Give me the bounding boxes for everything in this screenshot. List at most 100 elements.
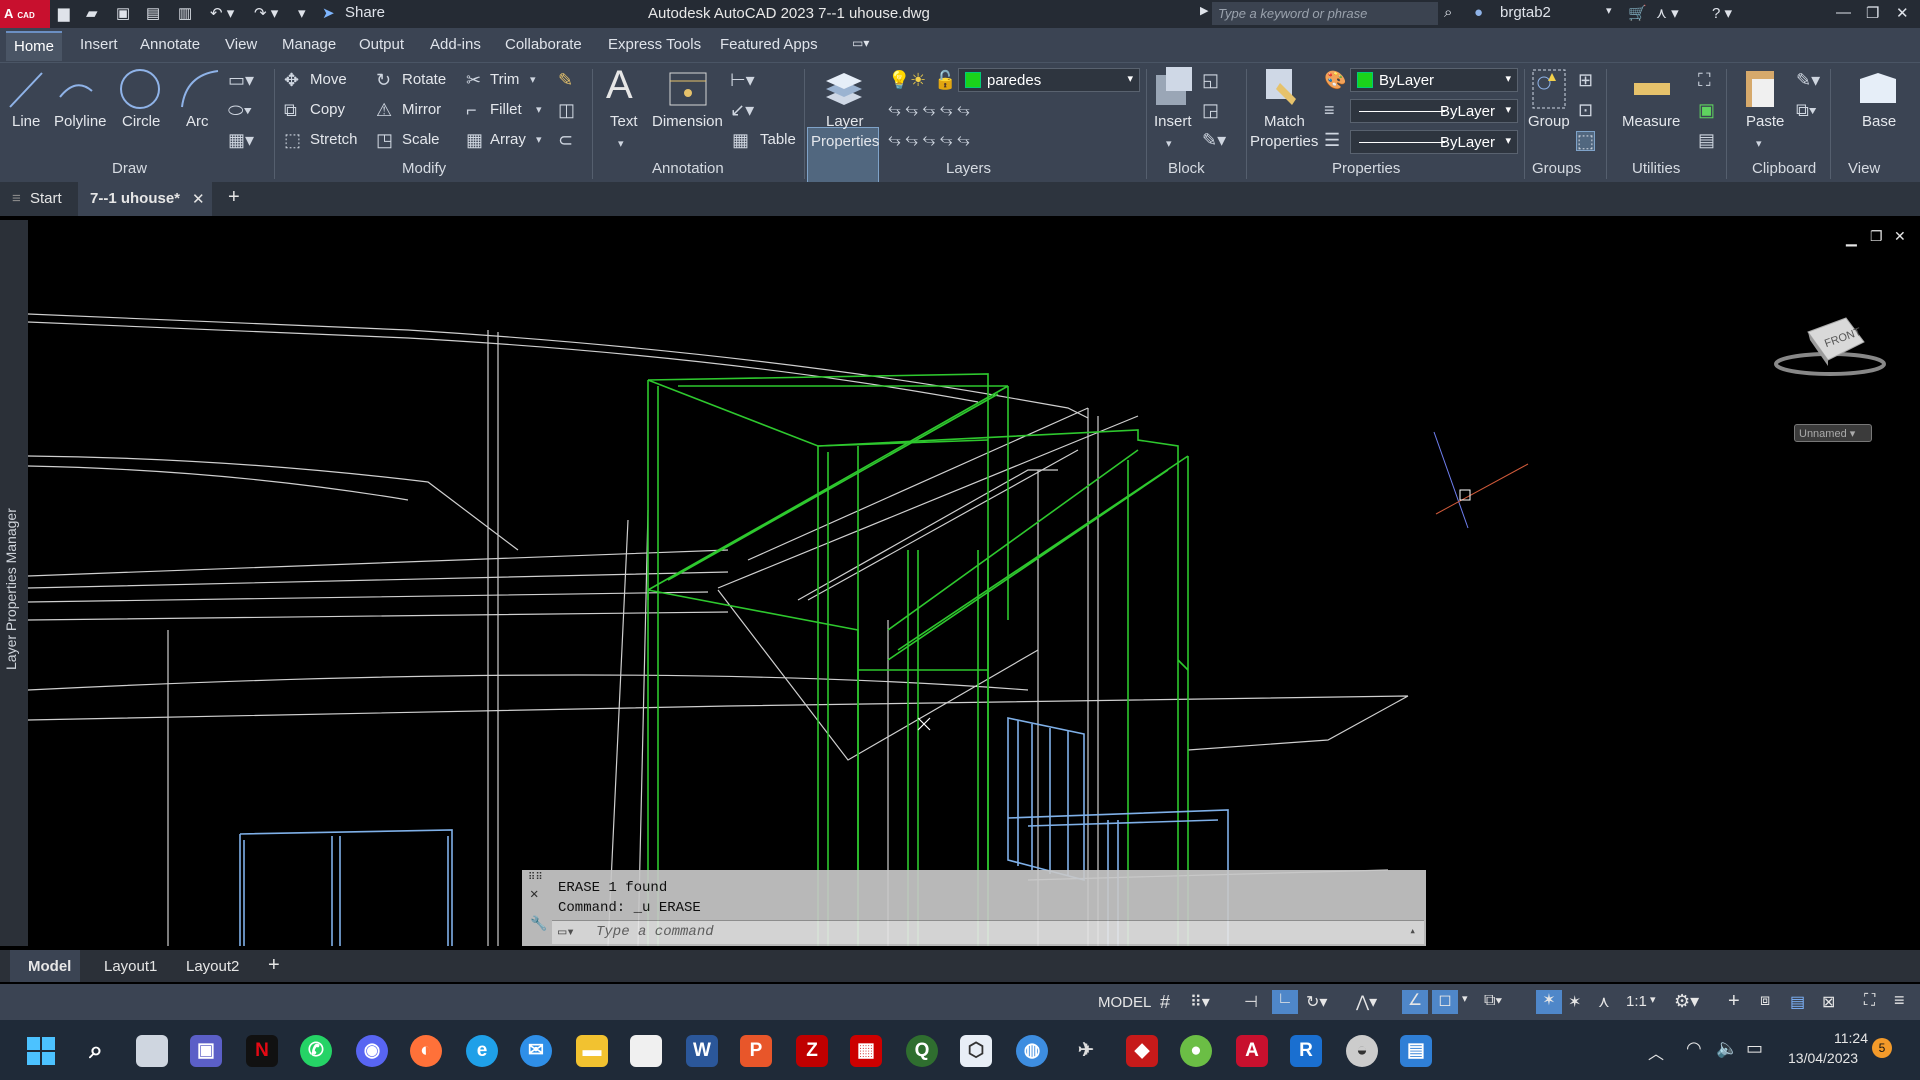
app-sphere-icon[interactable]: ◒: [1346, 1035, 1378, 1067]
help-icon[interactable]: ? ▾: [1712, 4, 1732, 22]
table-icon[interactable]: ▦: [732, 131, 749, 149]
polyline-button[interactable]: Polyline: [54, 113, 107, 130]
tab-output[interactable]: Output: [359, 36, 404, 53]
dimension-icon[interactable]: [664, 67, 712, 111]
viewport-minimize-icon[interactable]: ▁: [1846, 230, 1857, 247]
fillet-dropdown-icon[interactable]: ▾: [536, 101, 542, 119]
insert-dropdown-icon[interactable]: ▾: [1166, 135, 1172, 153]
match-properties-label-1[interactable]: Match: [1264, 113, 1305, 130]
drawing-viewport[interactable]: ▁ ❐ ✕ FRONT Unnamed ▾: [27, 220, 1920, 947]
tab-view[interactable]: View: [225, 36, 257, 53]
paste-button[interactable]: Paste: [1746, 113, 1784, 130]
ungroup-icon[interactable]: ⊞: [1578, 71, 1593, 89]
word-icon[interactable]: W: [686, 1035, 718, 1067]
tab-layout2[interactable]: Layout2: [186, 958, 239, 975]
paste-icon[interactable]: [1742, 65, 1778, 111]
color-dropdown[interactable]: ByLayer ▾: [1350, 68, 1518, 92]
tab-layout1[interactable]: Layout1: [104, 958, 157, 975]
layer-on-icon[interactable]: 💡: [888, 71, 910, 89]
move-button[interactable]: Move: [310, 71, 347, 88]
layers-panel-label[interactable]: Layers: [946, 160, 991, 177]
trim-dropdown-icon[interactable]: ▾: [530, 71, 536, 89]
utilities-panel-label[interactable]: Utilities: [1632, 160, 1680, 177]
menu-grip-icon[interactable]: ≡: [12, 190, 21, 207]
auto-scale-icon[interactable]: ✶: [1568, 992, 1581, 1012]
group-icon[interactable]: [1530, 67, 1568, 111]
grid-icon[interactable]: #: [1160, 992, 1170, 1013]
rectangle-icon[interactable]: ▭▾: [228, 71, 254, 89]
cut-icon[interactable]: ✎▾: [1796, 71, 1820, 89]
tab-add-ins[interactable]: Add-ins: [430, 36, 481, 53]
tab-insert[interactable]: Insert: [80, 36, 118, 53]
cart-icon[interactable]: 🛒: [1628, 4, 1647, 22]
base-button[interactable]: Base: [1862, 113, 1896, 130]
selection-cycling-icon[interactable]: ⧉▾: [1484, 992, 1502, 1010]
tab-home[interactable]: Home: [6, 31, 63, 61]
block-attribute-icon[interactable]: ✎▾: [1202, 131, 1226, 149]
circle-button[interactable]: Circle: [122, 113, 160, 130]
clock-date[interactable]: 13/04/2023: [1788, 1050, 1858, 1066]
command-history-chevron-icon[interactable]: ▴: [1409, 924, 1416, 938]
paste-dropdown-icon[interactable]: ▾: [1756, 135, 1762, 153]
tab-express-tools[interactable]: Express Tools: [608, 36, 701, 53]
annotation-monitor-icon[interactable]: +: [1728, 990, 1740, 1013]
open-icon[interactable]: ▰: [86, 4, 98, 22]
tab-featured-apps[interactable]: Featured Apps: [720, 36, 818, 53]
insert-block-icon[interactable]: [1152, 65, 1196, 111]
text-icon[interactable]: A: [606, 65, 633, 105]
hatch-icon[interactable]: ⬭▾: [228, 101, 252, 119]
clean-screen-icon[interactable]: ⛶: [1864, 992, 1875, 1010]
quick-select-icon[interactable]: ⛶: [1698, 71, 1711, 89]
qgis-icon[interactable]: Q: [906, 1035, 938, 1067]
firefox-icon[interactable]: ◐: [410, 1035, 442, 1067]
calculator-icon[interactable]: ▤: [1698, 131, 1715, 149]
measure-button[interactable]: Measure: [1622, 113, 1680, 130]
layer-properties-icon[interactable]: [820, 67, 866, 111]
notepad-icon[interactable]: [630, 1035, 662, 1067]
offset-icon[interactable]: ⊂: [558, 131, 573, 149]
ortho-icon[interactable]: ∟: [1272, 990, 1298, 1014]
redo-icon[interactable]: ↷ ▾: [254, 4, 278, 22]
document-app-icon[interactable]: ▤: [1400, 1035, 1432, 1067]
annotation-scale-chevron-icon[interactable]: ▾: [1650, 993, 1656, 1006]
linetype-dropdown[interactable]: ByLayer ▾: [1350, 99, 1518, 123]
windows-start-icon[interactable]: [26, 1036, 56, 1066]
task-view-icon[interactable]: [136, 1035, 168, 1067]
tab-start[interactable]: Start: [30, 190, 62, 207]
search-icon[interactable]: ⌕: [1444, 4, 1452, 21]
teams-icon[interactable]: ▣: [190, 1035, 222, 1067]
viewport-restore-icon[interactable]: ❐: [1870, 228, 1883, 245]
lineweight-icon[interactable]: ≡: [1324, 101, 1335, 119]
revit-icon[interactable]: R: [1290, 1035, 1322, 1067]
app-icon[interactable]: ▦: [850, 1035, 882, 1067]
clock-time[interactable]: 11:24: [1834, 1030, 1868, 1046]
wifi-icon[interactable]: ◠: [1686, 1038, 1702, 1059]
isolate-objects-icon[interactable]: ⊠: [1822, 992, 1835, 1012]
layer-lock-icon[interactable]: 🔓: [934, 71, 956, 89]
copy-icon[interactable]: ⧉: [284, 101, 297, 119]
rotate-button[interactable]: Rotate: [402, 71, 446, 88]
object-snap-icon[interactable]: ◻: [1432, 990, 1458, 1014]
create-block-icon[interactable]: ◱: [1202, 71, 1219, 89]
user-menu-chevron-icon[interactable]: ▾: [1606, 4, 1612, 17]
layer-freeze-icon[interactable]: ☀: [910, 71, 926, 89]
explode-icon[interactable]: ◫: [558, 101, 575, 119]
groups-panel-label[interactable]: Groups: [1532, 160, 1581, 177]
search-icon[interactable]: ⌕: [80, 1035, 112, 1067]
mirror-icon[interactable]: ⚠: [376, 101, 392, 119]
tab-collaborate[interactable]: Collaborate: [505, 36, 582, 53]
stretch-icon[interactable]: ⬚: [284, 131, 301, 149]
tab-current-file[interactable]: 7--1 uhouse* ✕: [78, 182, 212, 216]
gradient-icon[interactable]: ▦▾: [228, 131, 254, 149]
globe-app-icon[interactable]: ◍: [1016, 1035, 1048, 1067]
copy-button[interactable]: Copy: [310, 101, 345, 118]
search-input[interactable]: Type a keyword or phrase: [1212, 2, 1438, 25]
move-icon[interactable]: ✥: [284, 71, 299, 89]
annotation-scale-value[interactable]: 1:1: [1626, 993, 1647, 1010]
command-recent-icon[interactable]: ▭▾: [558, 924, 575, 941]
text-button[interactable]: Text: [610, 113, 638, 130]
array-icon[interactable]: ▦: [466, 131, 483, 149]
group-button[interactable]: Group: [1528, 113, 1570, 130]
customize-qat-icon[interactable]: ▾: [298, 4, 306, 22]
command-grip-icon[interactable]: ⠿⠿: [528, 872, 543, 884]
